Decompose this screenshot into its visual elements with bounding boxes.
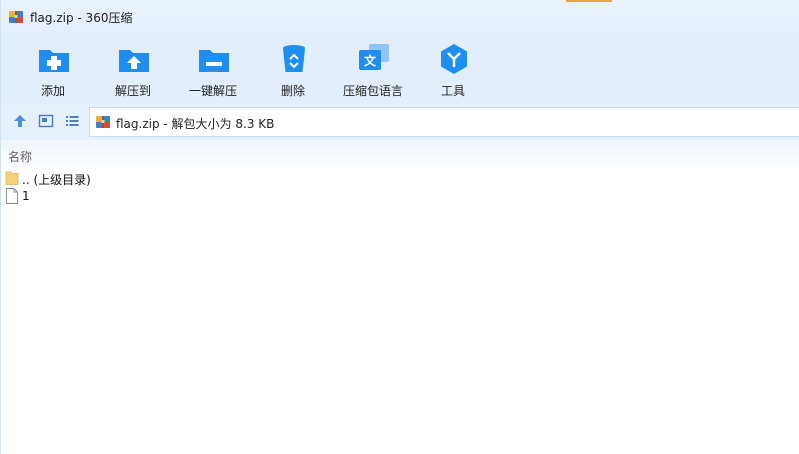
file-list: .. (上级目录) 1 [1,169,799,454]
one-click-extract-label: 一键解压 [188,84,237,98]
list-item-parent-dir[interactable]: .. (上级目录) [1,170,401,187]
extract-to-icon [119,50,149,72]
zip-archive-icon [96,116,110,128]
file-icon [6,188,18,204]
thumbnail-view-icon[interactable] [38,113,54,129]
toolbar: 添加 解压到 一键解压 删除 文 压缩包语言 工具 [1,34,799,104]
add-folder-icon [39,50,69,72]
zip-archive-icon [9,11,23,23]
extract-to-label: 解压到 [114,84,151,98]
path-text: flag.zip - 解包大小为 8.3 KB [116,117,275,131]
list-view-icon[interactable] [64,113,80,129]
archive-language-button[interactable]: 文 压缩包语言 [333,38,413,100]
language-icon: 文 [359,44,389,70]
one-click-extract-icon [199,50,229,72]
svg-text:文: 文 [364,53,377,68]
tools-label: 工具 [440,84,465,98]
window-title: flag.zip - 360压缩 [30,11,133,25]
folder-icon [5,171,19,185]
tools-button[interactable]: 工具 [413,38,493,100]
archive-language-label: 压缩包语言 [342,84,403,98]
title-accent-bar [566,0,612,2]
list-item-file[interactable]: 1 [1,188,401,205]
delete-button[interactable]: 删除 [253,38,333,100]
column-header: 名称 [1,140,799,168]
file-name: .. (上级目录) [22,173,91,187]
app-window: flag.zip - 360压缩 添加 解压到 一键解压 删除 文 压缩包语言 … [0,0,799,454]
extract-to-button[interactable]: 解压到 [93,38,173,100]
tools-icon [441,44,467,74]
path-field[interactable]: flag.zip - 解包大小为 8.3 KB [89,107,799,137]
delete-label: 删除 [280,84,305,98]
path-bar: flag.zip - 解包大小为 8.3 KB [1,104,799,140]
file-name: 1 [22,189,30,203]
add-label: 添加 [40,84,65,98]
one-click-extract-button[interactable]: 一键解压 [173,38,253,100]
column-name-header[interactable]: 名称 [8,148,32,165]
add-button[interactable]: 添加 [13,38,93,100]
delete-icon [283,45,305,72]
title-bar: flag.zip - 360压缩 [1,0,799,34]
up-arrow-icon[interactable] [12,113,28,129]
